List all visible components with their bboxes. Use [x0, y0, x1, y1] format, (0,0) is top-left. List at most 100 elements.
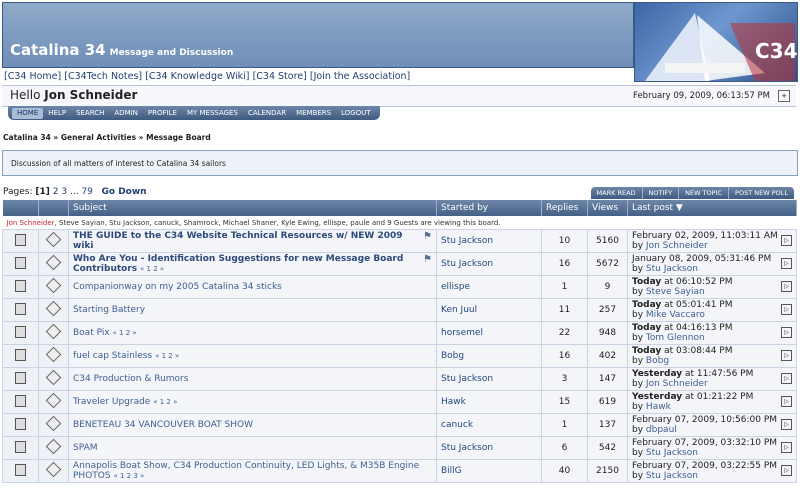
starter-link[interactable]: canuck	[441, 420, 473, 430]
starter-link[interactable]: ellispe	[441, 282, 470, 292]
nav-home[interactable]: HOME	[12, 107, 44, 119]
topic-row: Annapolis Boat Show, C34 Production Cont…	[2, 459, 797, 483]
link-c34-store[interactable]: [C34 Store]	[253, 71, 307, 82]
topic-row: BENETEAU 34 VANCOUVER BOAT SHOW canuck 1 13…	[2, 413, 797, 437]
link-c34-knowledge-wiki[interactable]: [C34 Knowledge Wiki]	[145, 71, 249, 82]
last-post-icon[interactable]: ▷	[781, 258, 792, 269]
topic-pages[interactable]: « 1 2 »	[153, 398, 177, 406]
last-post-author[interactable]: Stu Jackson	[646, 471, 698, 481]
topic-type-cell	[38, 298, 69, 322]
last-post-author[interactable]: Steve Sayian	[646, 287, 705, 297]
breadcrumb[interactable]: Catalina 34 » General Activities » Messa…	[3, 133, 211, 142]
topic-link[interactable]: fuel cap Stainless	[73, 351, 152, 361]
header-subject[interactable]: Subject	[68, 200, 437, 216]
hello-prefix: Hello	[10, 88, 41, 102]
topic-link[interactable]: C34 Production & Rumors	[73, 374, 188, 384]
nav-members[interactable]: MEMBERS	[291, 106, 336, 120]
topic-link[interactable]: Companionway on my 2005 Catalina 34 stic…	[73, 282, 282, 292]
last-post-icon[interactable]: ▷	[781, 327, 792, 338]
last-post-icon[interactable]: ▷	[781, 442, 792, 453]
topic-last-post: ▷ Today at 04:16:13 PM by Tom Glennon	[627, 321, 797, 345]
pagination: Pages: [1] 2 3 ... 79 Go Down	[3, 187, 147, 197]
topic-views: 2150	[587, 459, 628, 483]
link-join-association[interactable]: [Join the Association]	[310, 71, 410, 82]
starter-link[interactable]: Stu Jackson	[441, 374, 493, 384]
link-c34-tech-notes[interactable]: [C34Tech Notes]	[64, 71, 142, 82]
topic-link[interactable]: Who Are You - Identification Suggestions…	[73, 254, 403, 274]
nav-search[interactable]: SEARCH	[71, 106, 109, 120]
header-views[interactable]: Views	[587, 200, 628, 216]
mark-read-button[interactable]: MARK READ	[591, 187, 642, 199]
last-post-author[interactable]: Mike Vaccaro	[646, 310, 705, 320]
starter-link[interactable]: Stu Jackson	[441, 443, 493, 453]
viewer-current-user[interactable]: Jon Schneider	[7, 219, 55, 227]
nav-logout[interactable]: LOGOUT	[336, 106, 376, 120]
nav-my-messages[interactable]: MY MESSAGES	[182, 106, 243, 120]
starter-link[interactable]: Ken Juul	[441, 305, 477, 315]
last-post-author[interactable]: Tom Glennon	[646, 333, 705, 343]
last-post-author[interactable]: Jon Schneider	[646, 241, 708, 251]
nav-admin[interactable]: ADMIN	[109, 106, 143, 120]
nav-profile[interactable]: PROFILE	[143, 106, 182, 120]
topic-link[interactable]: Traveler Upgrade	[73, 397, 150, 407]
notify-button[interactable]: NOTIFY	[641, 187, 679, 199]
last-post-author[interactable]: Jon Schneider	[646, 379, 708, 389]
starter-link[interactable]: BillG	[441, 466, 462, 476]
topic-link[interactable]: THE GUIDE to the C34 Website Technical R…	[73, 231, 403, 251]
hello-greeting: Hello Jon Schneider	[10, 88, 137, 102]
last-post-author[interactable]: Hawk	[646, 402, 671, 412]
topic-row: SPAM Stu Jackson 6 542 ▷ February 07, 2009, 0…	[2, 436, 797, 460]
topic-subject: BENETEAU 34 VANCOUVER BOAT SHOW	[68, 413, 437, 437]
starter-link[interactable]: Stu Jackson	[441, 236, 493, 246]
header-replies[interactable]: Replies	[541, 200, 588, 216]
go-down-link[interactable]: Go Down	[102, 187, 147, 197]
post-new-poll-button[interactable]: POST NEW POLL	[728, 187, 794, 199]
link-c34-home[interactable]: [C34 Home]	[4, 71, 61, 82]
topic-pages[interactable]: « 1 2 »	[113, 329, 137, 337]
user-bar: Hello Jon Schneider February 09, 2009, 0…	[2, 85, 796, 107]
nav-help[interactable]: HELP	[43, 106, 71, 120]
topic-pages[interactable]: « 1 2 »	[140, 265, 164, 273]
topic-starter: horsemel	[436, 321, 542, 345]
last-post-icon[interactable]: ▷	[781, 235, 792, 246]
topic-pages[interactable]: « 1 2 3 »	[113, 472, 144, 480]
collapse-icon[interactable]: +	[778, 90, 790, 102]
topic-replies: 16	[541, 252, 588, 276]
last-post-icon[interactable]: ▷	[781, 465, 792, 476]
nav-calendar[interactable]: CALENDAR	[243, 106, 291, 120]
new-topic-button[interactable]: NEW TOPIC	[678, 187, 728, 199]
last-post-icon[interactable]: ▷	[781, 373, 792, 384]
header-last-post[interactable]: Last post ▼	[627, 200, 797, 216]
last-post-icon[interactable]: ▷	[781, 396, 792, 407]
topic-pages[interactable]: « 1 2 »	[155, 352, 179, 360]
last-post-icon[interactable]: ▷	[781, 281, 792, 292]
last-post-author[interactable]: Stu Jackson	[646, 264, 698, 274]
topic-views: 5672	[587, 252, 628, 276]
last-post-date: February 07, 2009, 03:22:55 PM	[632, 461, 778, 471]
last-post-by-prefix: by	[632, 333, 644, 343]
starter-link[interactable]: Hawk	[441, 397, 466, 407]
starter-link[interactable]: Stu Jackson	[441, 259, 493, 269]
topic-link[interactable]: SPAM	[73, 443, 98, 453]
starter-link[interactable]: Bobg	[441, 351, 464, 361]
topic-status-cell	[2, 321, 39, 345]
last-post-author[interactable]: Bobg	[646, 356, 669, 366]
last-post-author[interactable]: Stu Jackson	[646, 448, 698, 458]
site-logo[interactable]: C34	[634, 2, 798, 82]
starter-link[interactable]: horsemel	[441, 328, 483, 338]
topic-link[interactable]: BENETEAU 34 VANCOUVER BOAT SHOW	[73, 420, 253, 430]
site-title[interactable]: Catalina 34 Message and Discussion	[10, 41, 233, 59]
pagination-page[interactable]: 2	[53, 187, 59, 197]
pagination-page[interactable]: 3	[61, 187, 67, 197]
last-post-icon[interactable]: ▷	[781, 304, 792, 315]
last-post-author[interactable]: dbpaul	[646, 425, 677, 435]
topic-row: ⚑ Who Are You - Identification Suggestion…	[2, 252, 797, 276]
last-post-icon[interactable]: ▷	[781, 419, 792, 430]
topic-row: fuel cap Stainless « 1 2 » Bobg 16 402 ▷ Toda…	[2, 344, 797, 368]
last-post-icon[interactable]: ▷	[781, 350, 792, 361]
pagination-page[interactable]: 79	[81, 187, 92, 197]
topic-last-post: ▷ Today at 05:01:41 PM by Mike Vaccaro	[627, 298, 797, 322]
topic-link[interactable]: Starting Battery	[73, 305, 145, 315]
topic-link[interactable]: Boat Pix	[73, 328, 110, 338]
header-started-by[interactable]: Started by	[436, 200, 542, 216]
